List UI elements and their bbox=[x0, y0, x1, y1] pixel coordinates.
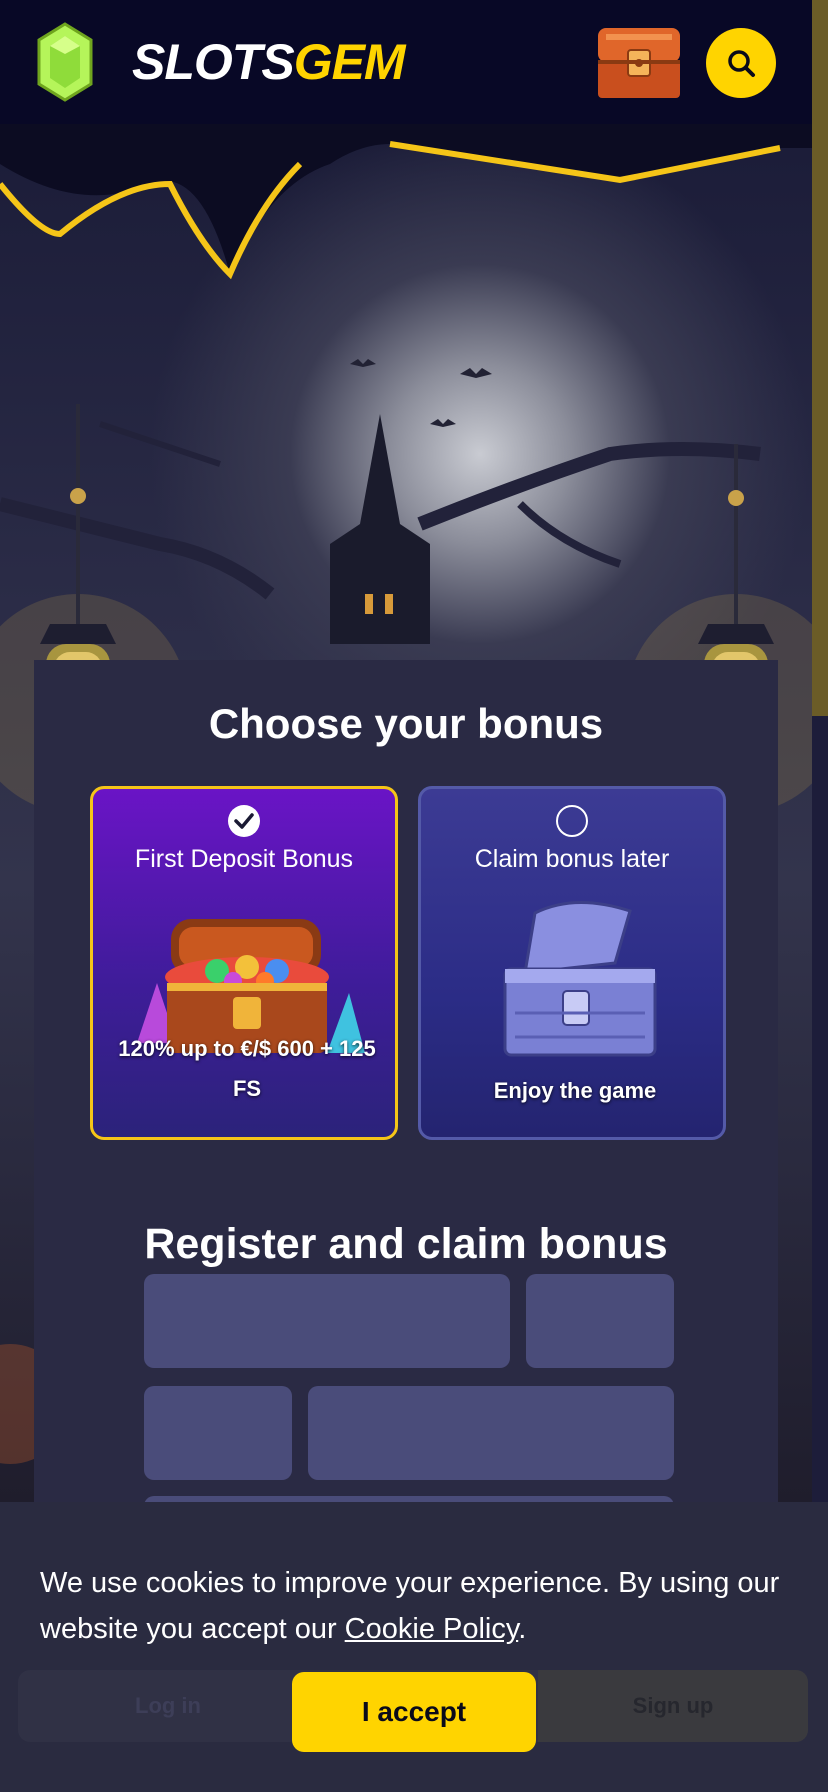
form-field[interactable] bbox=[144, 1386, 292, 1480]
cookie-banner: We use cookies to improve your experienc… bbox=[0, 1502, 828, 1792]
radio-unselected[interactable] bbox=[556, 805, 588, 837]
treasure-chest-icon[interactable] bbox=[592, 20, 686, 104]
search-button[interactable] bbox=[706, 28, 776, 98]
radio-selected[interactable] bbox=[228, 805, 260, 837]
bonus-card-claim-later[interactable]: Claim bonus later Enjoy the game bbox=[418, 786, 726, 1140]
site-logo[interactable]: SLOTSGEM bbox=[132, 30, 406, 94]
bonus-card-title: First Deposit Bonus bbox=[134, 845, 354, 873]
cookie-message: We use cookies to improve your experienc… bbox=[40, 1560, 800, 1652]
logo-text-slots: SLOTS bbox=[132, 34, 295, 90]
register-title: Register and claim bonus bbox=[144, 1220, 668, 1268]
checkmark-icon bbox=[234, 813, 254, 829]
bonus-card-first-deposit[interactable]: First Deposit Bonus 120% up to €/$ 600 +… bbox=[90, 786, 398, 1140]
search-icon bbox=[728, 50, 755, 77]
cookie-text-end: . bbox=[518, 1613, 527, 1645]
scrollbar-thumb[interactable] bbox=[812, 0, 828, 716]
form-field[interactable] bbox=[308, 1386, 674, 1480]
gem-logo-icon[interactable] bbox=[36, 22, 94, 102]
bonus-panel: Choose your bonus First Deposit Bonus 12… bbox=[34, 660, 778, 1590]
bonus-card-title: Claim bonus later bbox=[474, 845, 670, 873]
cookie-policy-link[interactable]: Cookie Policy bbox=[345, 1613, 519, 1645]
bonus-card-description: Enjoy the game bbox=[493, 1078, 657, 1103]
site-header: SLOTSGEM bbox=[0, 0, 812, 124]
empty-chest-icon bbox=[503, 900, 657, 1057]
bonus-card-description: 120% up to €/$ 600 + 125 FS bbox=[118, 1036, 376, 1101]
choose-bonus-title: Choose your bonus bbox=[208, 700, 604, 747]
accept-cookies-button[interactable]: I accept bbox=[292, 1672, 536, 1752]
form-field[interactable] bbox=[144, 1274, 510, 1368]
login-button[interactable]: Log in bbox=[18, 1670, 318, 1742]
signup-button[interactable]: Sign up bbox=[538, 1670, 808, 1742]
form-field[interactable] bbox=[526, 1274, 674, 1368]
logo-text-gem: GEM bbox=[293, 34, 406, 90]
